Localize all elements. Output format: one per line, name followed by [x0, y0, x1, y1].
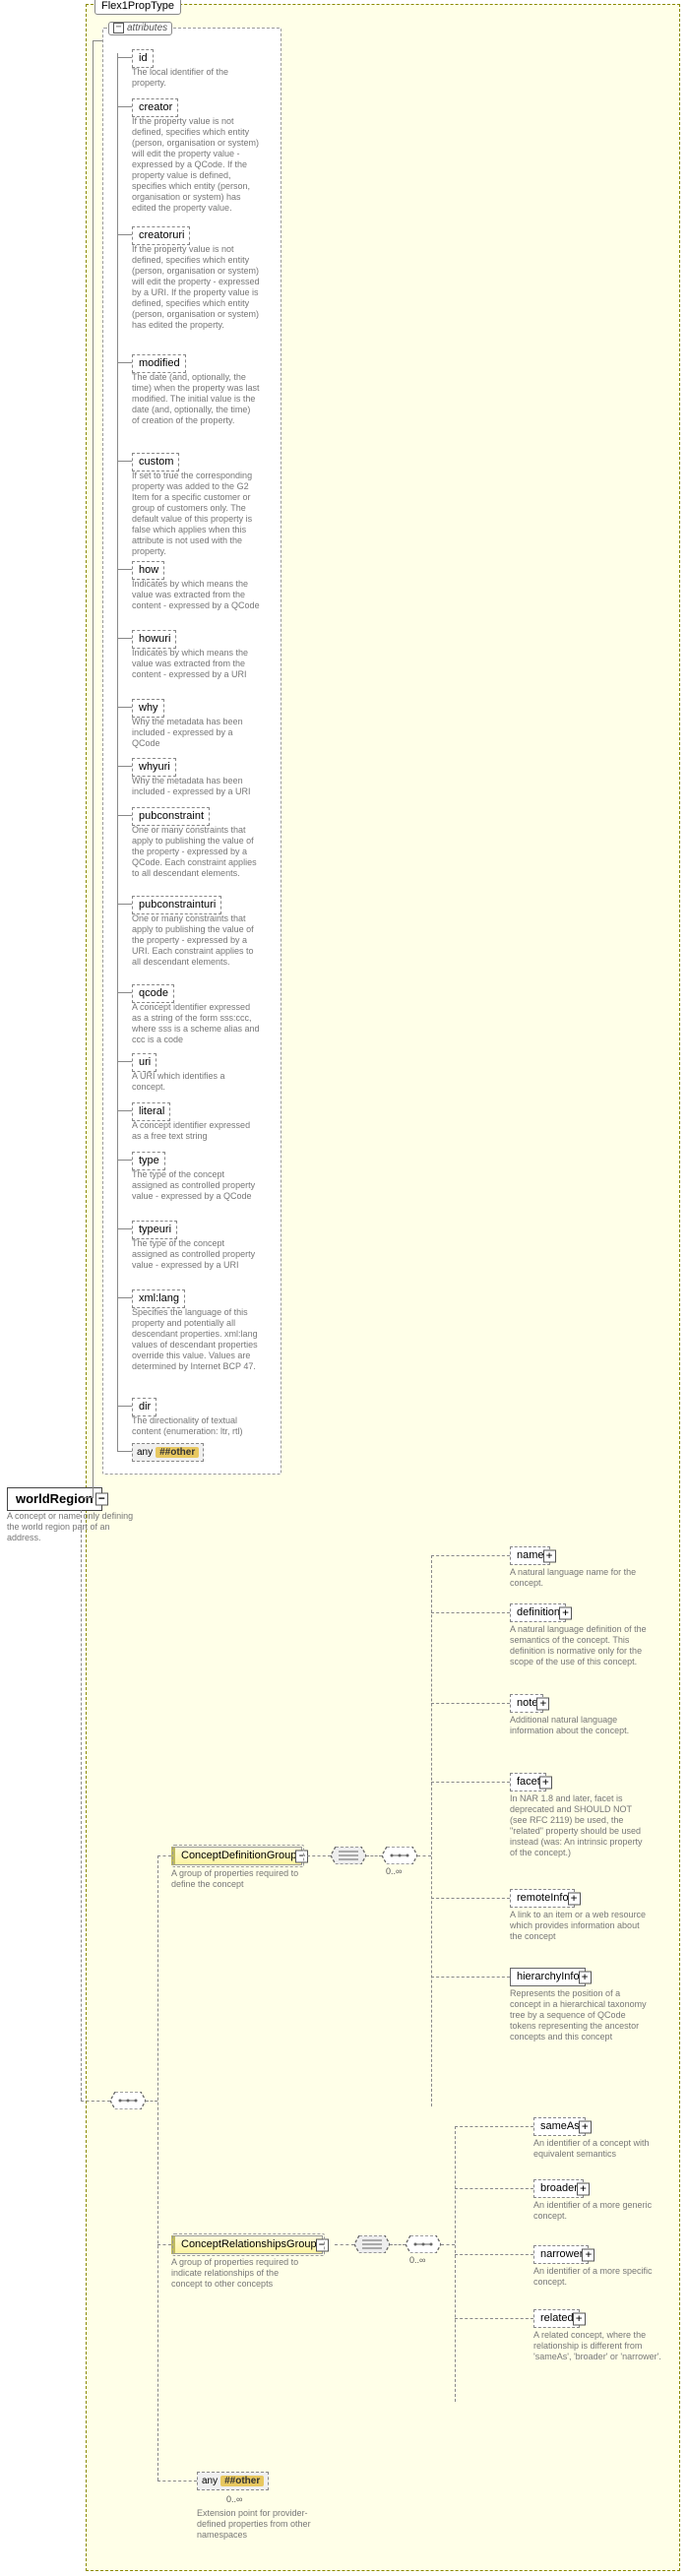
- elem-narrower-desc: An identifier of a more specific concept…: [533, 2266, 661, 2288]
- expand-icon[interactable]: +: [568, 1892, 581, 1905]
- expand-icon[interactable]: +: [539, 1776, 552, 1789]
- attr-qcode[interactable]: qcode: [132, 984, 174, 1003]
- elem-name-desc: A natural language name for the concept.: [510, 1567, 648, 1589]
- collapse-icon[interactable]: −: [113, 23, 124, 33]
- attr-typeuri[interactable]: typeuri: [132, 1221, 177, 1239]
- elem-name[interactable]: name+: [510, 1546, 550, 1565]
- flex-type-title: Flex1PropType: [94, 0, 181, 15]
- elem-broader-desc: An identifier of a more generic concept.: [533, 2200, 661, 2222]
- attr-howuri[interactable]: howuri: [132, 630, 176, 649]
- attr-typeuri-desc: The type of the concept assigned as cont…: [132, 1238, 260, 1271]
- elem-note[interactable]: note+: [510, 1694, 543, 1713]
- elem-hierarchyinfo-desc: Represents the position of a concept in …: [510, 1988, 648, 2042]
- expand-icon[interactable]: +: [559, 1606, 572, 1619]
- elem-related[interactable]: related+: [533, 2309, 580, 2328]
- cardinality-label: 0..∞: [409, 2255, 425, 2265]
- expand-icon[interactable]: +: [543, 1549, 556, 1562]
- group-concept-definition-desc: A group of properties required to define…: [171, 1868, 299, 1890]
- elem-remoteinfo-desc: A link to an item or a web resource whic…: [510, 1910, 648, 1942]
- root-element-label: worldRegion: [16, 1491, 94, 1506]
- attr-whyuri[interactable]: whyuri: [132, 758, 176, 777]
- cardinality-label: 0..∞: [226, 2494, 242, 2504]
- expand-icon[interactable]: −: [95, 1493, 108, 1506]
- attr-pubconstraint-desc: One or many constraints that apply to pu…: [132, 825, 260, 879]
- elem-definition-desc: A natural language definition of the sem…: [510, 1624, 648, 1667]
- attr-type[interactable]: type: [132, 1152, 165, 1170]
- rel-switch[interactable]: [354, 2235, 390, 2253]
- attr-qcode-desc: A concept identifier expressed as a stri…: [132, 1002, 260, 1045]
- attr-how[interactable]: how: [132, 561, 164, 580]
- attr-pubconstraint[interactable]: pubconstraint: [132, 807, 210, 826]
- expand-icon[interactable]: −: [316, 2238, 329, 2251]
- attr-why[interactable]: why: [132, 699, 164, 718]
- attr-howuri-desc: Indicates by which means the value was e…: [132, 648, 260, 680]
- attr-pubconstrainturi-desc: One or many constraints that apply to pu…: [132, 913, 260, 968]
- attr-literal-desc: A concept identifier expressed as a free…: [132, 1120, 260, 1142]
- attr-dir-desc: The directionality of textual content (e…: [132, 1415, 260, 1437]
- group-concept-definition[interactable]: ConceptDefinitionGroup −: [171, 1847, 302, 1865]
- attr-type-desc: The type of the concept assigned as cont…: [132, 1169, 260, 1202]
- attr-any[interactable]: any##other: [132, 1443, 204, 1462]
- elem-facet-desc: In NAR 1.8 and later, facet is deprecate…: [510, 1793, 648, 1858]
- content-any-desc: Extension point for provider-defined pro…: [197, 2508, 325, 2541]
- expand-icon[interactable]: +: [582, 2248, 594, 2261]
- attr-id[interactable]: id: [132, 49, 154, 68]
- expand-icon[interactable]: +: [579, 1971, 592, 1983]
- rel-seq[interactable]: [406, 2235, 441, 2253]
- attr-modified-desc: The date (and, optionally, the time) whe…: [132, 372, 260, 426]
- attr-custom-desc: If set to true the corresponding propert…: [132, 471, 260, 557]
- expand-icon[interactable]: +: [573, 2312, 586, 2325]
- root-element-desc: A concept or name only defining the worl…: [7, 1511, 135, 1543]
- def-switch[interactable]: [331, 1847, 366, 1864]
- attr-pubconstrainturi[interactable]: pubconstrainturi: [132, 896, 221, 914]
- elem-definition[interactable]: definition+: [510, 1603, 566, 1622]
- cardinality-label: 0..∞: [386, 1866, 402, 1876]
- expand-icon[interactable]: +: [536, 1697, 549, 1710]
- attr-id-desc: The local identifier of the property.: [132, 67, 250, 89]
- attr-literal[interactable]: literal: [132, 1102, 170, 1121]
- attr-creator-desc: If the property value is not defined, sp…: [132, 116, 260, 214]
- attr-custom[interactable]: custom: [132, 453, 179, 471]
- group-concept-relationships[interactable]: ConceptRelationshipsGroup −: [171, 2235, 323, 2254]
- content-any[interactable]: any##other: [197, 2472, 269, 2490]
- attr-why-desc: Why the metadata has been included - exp…: [132, 717, 260, 749]
- elem-note-desc: Additional natural language information …: [510, 1715, 648, 1736]
- elem-sameas[interactable]: sameAs+: [533, 2117, 586, 2136]
- root-element[interactable]: worldRegion −: [7, 1487, 102, 1511]
- attr-uri-desc: A URI which identifies a concept.: [132, 1071, 260, 1093]
- expand-icon[interactable]: +: [579, 2120, 592, 2133]
- def-seq[interactable]: [382, 1847, 417, 1864]
- expand-icon[interactable]: +: [577, 2182, 590, 2195]
- elem-related-desc: A related concept, where the relationshi…: [533, 2330, 661, 2362]
- attr-creatoruri-desc: If the property value is not defined, sp…: [132, 244, 260, 331]
- attr-uri[interactable]: uri: [132, 1053, 156, 1072]
- elem-sameas-desc: An identifier of a concept with equivale…: [533, 2138, 661, 2160]
- attr-creatoruri[interactable]: creatoruri: [132, 226, 190, 245]
- attr-modified[interactable]: modified: [132, 354, 186, 373]
- elem-narrower[interactable]: narrower+: [533, 2245, 589, 2264]
- elem-hierarchyinfo[interactable]: hierarchyInfo+: [510, 1968, 586, 1986]
- attr-how-desc: Indicates by which means the value was e…: [132, 579, 260, 611]
- elem-facet[interactable]: facet+: [510, 1773, 546, 1791]
- attr-xml-lang[interactable]: xml:lang: [132, 1289, 185, 1308]
- attr-xml-lang-desc: Specifies the language of this property …: [132, 1307, 260, 1372]
- attr-creator[interactable]: creator: [132, 98, 178, 117]
- elem-remoteinfo[interactable]: remoteInfo+: [510, 1889, 575, 1908]
- attributes-title: −attributes: [108, 22, 172, 35]
- group-concept-relationships-desc: A group of properties required to indica…: [171, 2257, 299, 2290]
- attr-whyuri-desc: Why the metadata has been included - exp…: [132, 776, 260, 797]
- elem-broader[interactable]: broader+: [533, 2179, 584, 2198]
- attr-dir[interactable]: dir: [132, 1398, 156, 1416]
- root-sequence[interactable]: [110, 2092, 146, 2109]
